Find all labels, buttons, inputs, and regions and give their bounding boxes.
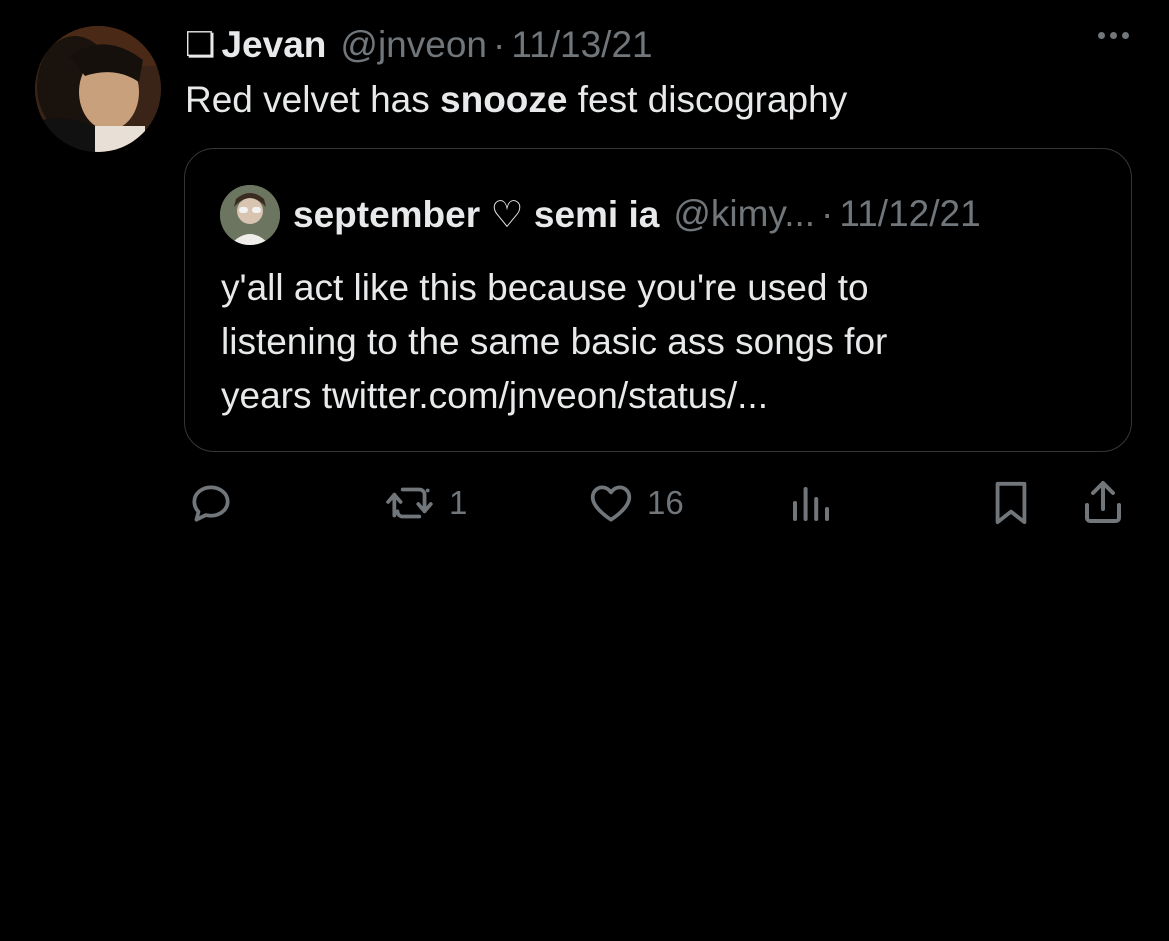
tweet-text-after: fest discography [567,79,848,120]
share-icon [1085,481,1121,523]
quoted-header-separator: · [821,193,834,234]
author-avatar-image [35,26,161,152]
tweet[interactable]: ❏ Jevan @jnveon · 11/13/21 Red velvet ha… [0,0,1169,941]
header-separator: · [493,24,506,65]
bookmark-icon [995,481,1027,525]
author-handle[interactable]: @jnveon [340,22,487,68]
author-avatar[interactable] [35,26,161,152]
retweet-icon [386,487,433,519]
tweet-date[interactable]: 11/13/21 [511,22,652,68]
quoted-tweet-header: september ♡ semi ia @kimy... · 11/12/21 [293,191,981,237]
views-icon [793,487,829,521]
like-button[interactable]: 16 [585,475,684,531]
reply-button[interactable] [186,475,236,531]
quoted-author-display-name[interactable]: september ♡ semi ia [293,193,659,236]
tweet-actions-bar: 1 16 [0,475,1169,535]
tweet-header: ❏ Jevan @jnveon · 11/13/21 [185,22,653,68]
tweet-text-before: Red velvet has [185,79,441,120]
author-display-name[interactable]: Jevan [221,22,326,68]
quoted-tweet-text: y'all act like this because you're used … [221,267,888,416]
quoted-tweet-date[interactable]: 11/12/21 [839,193,980,235]
quoted-author-handle[interactable]: @kimy... [673,193,815,235]
retweet-button[interactable]: 1 [383,475,467,531]
retweet-count: 1 [449,484,468,521]
heart-icon [590,485,632,522]
views-button[interactable] [787,475,835,531]
more-options-icon[interactable] [1098,32,1129,39]
quoted-tweet[interactable]: september ♡ semi ia @kimy... · 11/12/21 … [184,148,1132,452]
share-button[interactable] [1078,475,1128,531]
quoted-avatar-image [220,185,280,245]
quoted-author-avatar[interactable] [220,185,280,245]
square-glyph: ❏ [185,26,216,64]
tweet-text: Red velvet has snooze fest discography [185,76,847,124]
bookmark-button[interactable] [988,475,1034,531]
tweet-text-bold: snooze [440,79,568,120]
reply-icon [192,485,230,522]
like-count: 16 [647,484,684,521]
